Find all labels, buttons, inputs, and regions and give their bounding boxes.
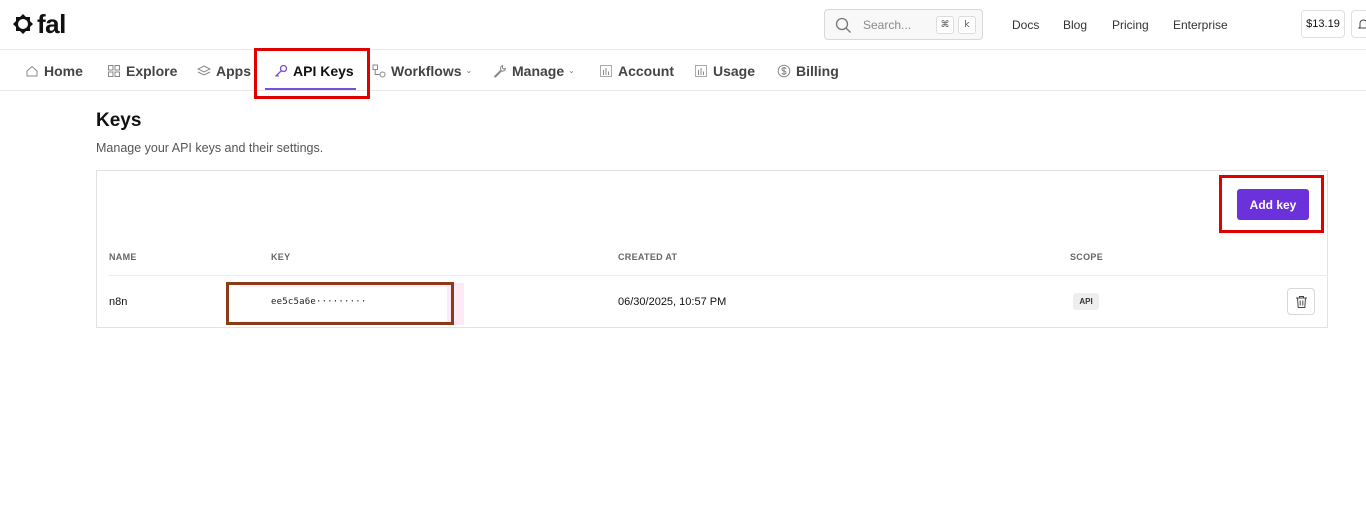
nav-apps[interactable]: Apps	[197, 50, 251, 91]
top-bar: fal Search... ⌘ k Docs Blog Pricing Ente…	[0, 0, 1366, 50]
chevron-down-icon: ⌄	[465, 66, 473, 75]
table-divider	[108, 275, 1328, 276]
search-input[interactable]: Search... ⌘ k	[824, 9, 983, 40]
column-header-name: NAME	[109, 252, 137, 262]
enterprise-link[interactable]: Enterprise	[1173, 18, 1228, 32]
key-name-cell: n8n	[109, 296, 128, 308]
blog-link[interactable]: Blog	[1063, 18, 1087, 32]
fal-logo[interactable]: fal	[12, 11, 66, 37]
nav-explore[interactable]: Explore	[107, 50, 177, 91]
nav-manage-label: Manage	[512, 62, 565, 79]
pricing-link[interactable]: Pricing	[1112, 18, 1149, 32]
delete-key-button[interactable]	[1287, 288, 1315, 315]
column-header-scope: SCOPE	[1070, 252, 1104, 262]
search-icon	[835, 17, 851, 33]
page-subtitle: Manage your API keys and their settings.	[96, 141, 324, 155]
nav-usage[interactable]: Usage	[694, 50, 755, 91]
credit-balance[interactable]: $13.19	[1301, 10, 1345, 38]
shortcut-key: k	[958, 16, 976, 34]
docs-link[interactable]: Docs	[1012, 18, 1039, 32]
home-icon	[26, 65, 38, 76]
notifications-button[interactable]	[1351, 10, 1366, 38]
nav-home[interactable]: Home	[25, 50, 83, 91]
nav-explore-label: Explore	[126, 62, 178, 79]
grid-icon	[108, 64, 120, 77]
bar-chart-icon	[600, 64, 612, 77]
nav-manage[interactable]: Manage ⌄	[493, 50, 575, 91]
trash-icon	[1296, 296, 1307, 308]
highlight-key-cell	[226, 282, 454, 325]
nav-usage-label: Usage	[713, 62, 756, 79]
created-at-cell: 06/30/2025, 10:57 PM	[618, 296, 727, 308]
highlight-add-key	[1219, 175, 1324, 233]
wrench-icon	[493, 64, 507, 78]
fal-logo-icon	[13, 14, 33, 34]
scope-badge: API	[1073, 293, 1099, 310]
nav-home-label: Home	[44, 62, 83, 79]
nav-workflows-label: Workflows	[391, 62, 462, 79]
nav-apps-label: Apps	[216, 62, 251, 79]
main-nav: Home Explore Apps API Keys Workflows ⌄ M…	[0, 50, 1366, 91]
column-header-key: KEY	[271, 252, 291, 262]
layers-icon	[197, 64, 211, 76]
nav-account-label: Account	[618, 62, 674, 79]
bell-icon	[1357, 19, 1366, 29]
nav-billing[interactable]: Billing	[777, 50, 839, 91]
nav-account[interactable]: Account	[599, 50, 674, 91]
search-placeholder: Search...	[863, 18, 912, 32]
brand-name: fal	[37, 9, 66, 39]
chevron-down-icon: ⌄	[568, 66, 575, 75]
nav-workflows[interactable]: Workflows ⌄	[372, 50, 472, 91]
page-title: Keys	[96, 110, 142, 131]
shortcut-mod-key: ⌘	[936, 16, 954, 34]
nav-billing-label: Billing	[796, 62, 839, 79]
highlight-api-keys-tab	[254, 48, 370, 99]
dollar-icon	[777, 64, 791, 77]
bar-chart-icon	[695, 64, 707, 77]
column-header-created-at: CREATED AT	[618, 252, 678, 262]
workflow-icon	[372, 64, 386, 77]
